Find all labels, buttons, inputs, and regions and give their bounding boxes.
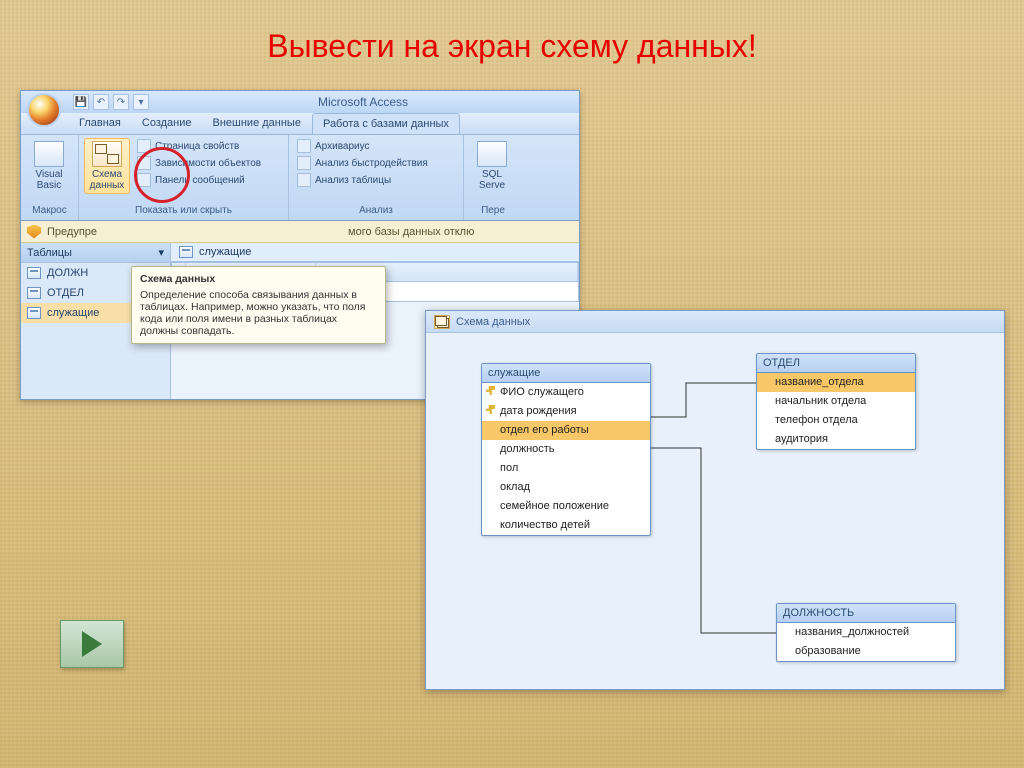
office-button[interactable] (27, 93, 61, 127)
field-dept-room[interactable]: аудитория (757, 430, 915, 449)
table-employees[interactable]: служащие ФИО служащего дата рождения отд… (481, 363, 651, 536)
visual-basic-icon (34, 141, 64, 167)
dependencies-label: Зависимости объектов (155, 158, 261, 169)
schema-window-screenshot: Схема данных служащие ФИО служащего дата… (425, 310, 1005, 690)
table-analysis-button[interactable]: Анализ таблицы (294, 172, 458, 188)
tab-external[interactable]: Внешние данные (203, 113, 312, 134)
archivist-icon (297, 139, 311, 153)
tooltip-body: Определение способа связывания данных в … (140, 289, 377, 337)
field-position[interactable]: должность (482, 440, 650, 459)
field-dept-head[interactable]: начальник отдела (757, 392, 915, 411)
table-title: ДОЛЖНОСТЬ (777, 604, 955, 623)
field-dob[interactable]: дата рождения (482, 402, 650, 421)
group-show-label: Показать или скрыть (84, 203, 283, 218)
tab-database-tools[interactable]: Работа с базами данных (312, 113, 460, 134)
perf-label: Анализ быстродействия (315, 158, 428, 169)
nav-header-label: Таблицы (27, 247, 72, 259)
field-dept[interactable]: отдел его работы (482, 421, 650, 440)
schema-label: Схема данных (90, 169, 125, 191)
redo-icon[interactable]: ↷ (113, 94, 129, 110)
property-sheet-button[interactable]: Страница свойств (134, 138, 264, 154)
qat-dropdown-icon[interactable]: ▾ (133, 94, 149, 110)
chevron-down-icon: ▾ (158, 246, 164, 259)
table-analysis-label: Анализ таблицы (315, 175, 391, 186)
schema-icon (434, 315, 450, 329)
ribbon: Visual Basic Макрос Схема данных Страниц… (21, 135, 579, 221)
dependencies-button[interactable]: Зависимости объектов (134, 155, 264, 171)
message-bar-label: Панель сообщений (155, 175, 245, 186)
group-macro: Visual Basic Макрос (21, 135, 79, 220)
property-label: Страница свойств (155, 141, 239, 152)
table-icon (27, 287, 41, 299)
app-title: Microsoft Access (153, 95, 573, 109)
table-icon (27, 307, 41, 319)
group-move: SQL Serve Пере (464, 135, 522, 220)
next-slide-button[interactable] (60, 620, 124, 668)
tooltip-title: Схема данных (140, 273, 377, 285)
group-analysis-label: Анализ (294, 203, 458, 218)
group-analysis: Архивариус Анализ быстродействия Анализ … (289, 135, 464, 220)
table-title: ОТДЕЛ (757, 354, 915, 373)
dependencies-icon (137, 156, 151, 170)
doc-tab-label: служащие (199, 246, 251, 258)
nav-item-label: служащие (47, 307, 99, 319)
group-move-label: Пере (469, 203, 517, 218)
field-marital[interactable]: семейное положение (482, 497, 650, 516)
quick-access-toolbar: 💾 ↶ ↷ ▾ (73, 94, 149, 110)
perf-icon (297, 156, 311, 170)
field-children[interactable]: количество детей (482, 516, 650, 535)
table-position[interactable]: ДОЛЖНОСТЬ названия_должностей образовани… (776, 603, 956, 662)
document-tab[interactable]: служащие (171, 243, 579, 262)
visual-basic-button[interactable]: Visual Basic (26, 138, 72, 194)
ribbon-tabs: Главная Создание Внешние данные Работа с… (21, 113, 579, 135)
nav-header[interactable]: Таблицы ▾ (21, 243, 170, 263)
group-macro-label: Макрос (26, 203, 73, 218)
archivist-label: Архивариус (315, 141, 370, 152)
tab-home[interactable]: Главная (69, 113, 132, 134)
title-bar: 💾 ↶ ↷ ▾ Microsoft Access (21, 91, 579, 113)
message-bar-icon (137, 173, 151, 187)
field-dept-name[interactable]: название_отдела (757, 373, 915, 392)
schema-icon (92, 141, 122, 167)
schema-button[interactable]: Схема данных (84, 138, 130, 194)
nav-item-label: ДОЛЖН (47, 267, 88, 279)
tab-create[interactable]: Создание (132, 113, 203, 134)
schema-canvas[interactable]: служащие ФИО служащего дата рождения отд… (426, 333, 1004, 689)
field-dept-phone[interactable]: телефон отдела (757, 411, 915, 430)
visual-basic-label: Visual Basic (35, 169, 62, 191)
schema-window-titlebar: Схема данных (426, 311, 1004, 333)
field-gender[interactable]: пол (482, 459, 650, 478)
shield-icon (27, 225, 41, 239)
table-title: служащие (482, 364, 650, 383)
tooltip-schema: Схема данных Определение способа связыва… (131, 266, 386, 344)
sql-label: SQL Serve (479, 169, 505, 191)
sql-server-button[interactable]: SQL Serve (469, 138, 515, 194)
property-icon (137, 139, 151, 153)
save-icon[interactable]: 💾 (73, 94, 89, 110)
message-bar-button[interactable]: Панель сообщений (134, 172, 264, 188)
warning-text-right: мого базы данных отклю (348, 226, 474, 238)
table-icon (27, 267, 41, 279)
field-salary[interactable]: оклад (482, 478, 650, 497)
archivist-button[interactable]: Архивариус (294, 138, 458, 154)
nav-item-label: ОТДЕЛ (47, 287, 84, 299)
security-warning-bar: Предупре мого базы данных отклю (21, 221, 579, 243)
table-icon (179, 246, 193, 258)
table-analysis-icon (297, 173, 311, 187)
warning-text-left: Предупре (47, 226, 97, 238)
field-education[interactable]: образование (777, 642, 955, 661)
field-fio[interactable]: ФИО служащего (482, 383, 650, 402)
undo-icon[interactable]: ↶ (93, 94, 109, 110)
schema-window-title: Схема данных (456, 316, 530, 328)
sql-server-icon (477, 141, 507, 167)
group-show-hide: Схема данных Страница свойств Зависимост… (79, 135, 289, 220)
perf-analysis-button[interactable]: Анализ быстродействия (294, 155, 458, 171)
slide-title: Вывести на экран схему данных! (0, 0, 1024, 65)
table-dept[interactable]: ОТДЕЛ название_отдела начальник отдела т… (756, 353, 916, 450)
field-position-name[interactable]: названия_должностей (777, 623, 955, 642)
